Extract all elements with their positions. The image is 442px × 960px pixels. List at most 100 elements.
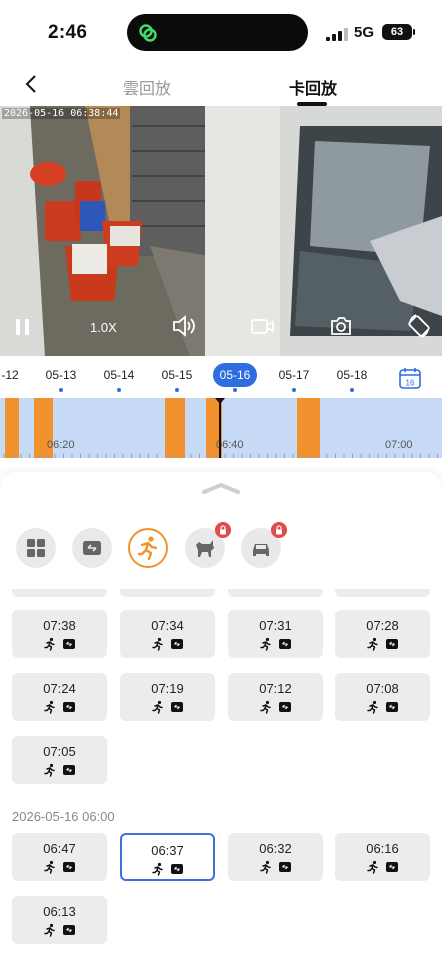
filter-screen-change[interactable] bbox=[72, 528, 112, 568]
event-card[interactable]: 07:12 bbox=[228, 673, 323, 721]
event-time: 06:16 bbox=[366, 841, 399, 856]
event-type-icons bbox=[12, 637, 107, 651]
calendar-day: 16 bbox=[406, 379, 415, 388]
speed-button[interactable]: 1.0X bbox=[90, 320, 117, 335]
event-type-icons bbox=[120, 637, 215, 651]
running-person-icon bbox=[44, 763, 55, 777]
filter-pet[interactable] bbox=[185, 522, 231, 568]
event-type-icons bbox=[12, 860, 107, 874]
screen-change-icon bbox=[386, 862, 398, 872]
event-type-icons bbox=[12, 700, 107, 714]
event-card-partial bbox=[228, 589, 323, 597]
event-card[interactable]: 07:08 bbox=[335, 673, 430, 721]
event-card[interactable]: 06:32 bbox=[228, 833, 323, 881]
running-person-icon bbox=[367, 637, 378, 651]
recording-dot bbox=[117, 388, 121, 392]
lock-icon bbox=[215, 522, 231, 538]
running-person-icon bbox=[260, 700, 271, 714]
event-card[interactable]: 07:05 bbox=[12, 736, 107, 784]
event-card-partial bbox=[120, 589, 215, 597]
network-type: 5G bbox=[354, 24, 375, 41]
screen-change-icon bbox=[279, 702, 291, 712]
screen-change-icon bbox=[63, 639, 75, 649]
event-card[interactable]: 06:16 bbox=[335, 833, 430, 881]
date-item[interactable]: -12 bbox=[0, 368, 32, 382]
event-time: 07:24 bbox=[43, 681, 76, 696]
recording-timeline[interactable]: 06:20 06:40 07:00 bbox=[0, 398, 442, 458]
event-type-icons bbox=[228, 860, 323, 874]
screen-change-icon bbox=[63, 862, 75, 872]
event-card[interactable]: 06:13 bbox=[12, 896, 107, 944]
record-video-icon[interactable] bbox=[251, 311, 275, 341]
calendar-icon[interactable]: 16 bbox=[398, 366, 422, 390]
event-time: 07:05 bbox=[43, 744, 76, 759]
video-player[interactable]: 2026-05-16 06:38:44 bbox=[0, 106, 442, 356]
screen-change-icon bbox=[63, 765, 75, 775]
screenshot-camera-icon[interactable] bbox=[330, 311, 352, 341]
group-header: 2026-05-16 06:00 bbox=[12, 809, 115, 824]
running-person-icon bbox=[44, 637, 55, 651]
date-item[interactable]: 05-17 bbox=[272, 368, 316, 382]
screen-change-icon bbox=[279, 639, 291, 649]
tab-card-playback[interactable]: 卡回放 bbox=[289, 75, 337, 99]
status-bar: 2:46 5G 63 bbox=[0, 0, 442, 62]
pause-icon[interactable] bbox=[14, 311, 32, 341]
event-type-icons bbox=[335, 637, 430, 651]
event-card[interactable]: 07:28 bbox=[335, 610, 430, 658]
date-item[interactable]: 05-13 bbox=[39, 368, 83, 382]
event-card[interactable]: 06:47 bbox=[12, 833, 107, 881]
screen-change-icon bbox=[171, 864, 183, 874]
camera-feed-image bbox=[0, 106, 442, 356]
running-person-icon bbox=[137, 536, 158, 561]
recording-dot bbox=[59, 388, 63, 392]
screen-change-icon bbox=[63, 702, 75, 712]
event-time: 07:19 bbox=[151, 681, 184, 696]
timeline-label: 06:20 bbox=[47, 439, 75, 451]
running-person-icon bbox=[367, 860, 378, 874]
date-strip: -12 05-13 05-14 05-15 05-16 05-17 05-18 … bbox=[0, 360, 442, 398]
volume-icon[interactable] bbox=[172, 311, 196, 341]
collapse-chevron-icon[interactable] bbox=[202, 482, 240, 494]
event-time: 07:38 bbox=[43, 618, 76, 633]
date-item-selected[interactable]: 05-16 bbox=[213, 363, 257, 387]
date-item[interactable]: 05-18 bbox=[330, 368, 374, 382]
event-card-partial bbox=[12, 589, 107, 597]
event-card[interactable]: 07:31 bbox=[228, 610, 323, 658]
filter-all-events[interactable] bbox=[16, 528, 56, 568]
fullscreen-rotate-icon[interactable] bbox=[407, 311, 431, 341]
tab-cloud-playback[interactable]: 雲回放 bbox=[123, 75, 171, 99]
link-icon bbox=[139, 24, 157, 42]
event-segment bbox=[297, 398, 320, 458]
date-item[interactable]: 05-14 bbox=[97, 368, 141, 382]
event-type-icons bbox=[335, 860, 430, 874]
event-time: 06:47 bbox=[43, 841, 76, 856]
recording-dot bbox=[292, 388, 296, 392]
running-person-icon bbox=[367, 700, 378, 714]
playhead-marker bbox=[215, 398, 225, 404]
timeline-label: 07:00 bbox=[385, 439, 413, 451]
filter-vehicle[interactable] bbox=[241, 522, 287, 568]
event-card[interactable]: 07:38 bbox=[12, 610, 107, 658]
playhead[interactable] bbox=[219, 398, 221, 458]
event-card-selected[interactable]: 06:37 bbox=[120, 833, 215, 881]
event-segment bbox=[5, 398, 19, 458]
event-card[interactable]: 07:34 bbox=[120, 610, 215, 658]
event-time: 07:34 bbox=[151, 618, 184, 633]
event-card-partial bbox=[335, 589, 430, 597]
event-time: 06:32 bbox=[259, 841, 292, 856]
lock-icon bbox=[271, 522, 287, 538]
status-time: 2:46 bbox=[48, 22, 88, 43]
recording-dot bbox=[350, 388, 354, 392]
event-card[interactable]: 07:19 bbox=[120, 673, 215, 721]
date-item[interactable]: 05-15 bbox=[155, 368, 199, 382]
back-icon[interactable] bbox=[22, 74, 42, 94]
screen-change-icon bbox=[386, 702, 398, 712]
event-time: 07:31 bbox=[259, 618, 292, 633]
event-card[interactable]: 07:24 bbox=[12, 673, 107, 721]
running-person-icon bbox=[152, 862, 163, 876]
filter-motion[interactable] bbox=[128, 528, 168, 568]
screen-change-icon bbox=[171, 639, 183, 649]
event-type-icons bbox=[228, 637, 323, 651]
recording-dot bbox=[233, 388, 237, 392]
running-person-icon bbox=[260, 860, 271, 874]
